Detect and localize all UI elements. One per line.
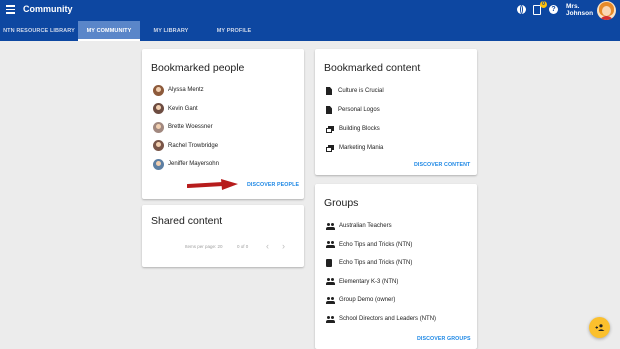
list-item-label: Kevin Gant — [168, 105, 198, 112]
list-item-label: Australian Teachers — [339, 223, 392, 229]
list-item-label: Elementary K-3 (NTN) — [339, 278, 399, 285]
hamburger-menu-icon[interactable] — [6, 5, 15, 15]
bookmarked-person-item[interactable]: Jeniffer Mayersohn — [153, 157, 219, 171]
person-avatar-icon — [153, 84, 164, 96]
list-item-label: Echo Tips and Tricks (NTN) — [339, 260, 413, 267]
tab-my-community[interactable]: MY COMMUNITY — [78, 21, 140, 41]
app-bar: Community — [0, 0, 620, 21]
user-avatar[interactable] — [597, 1, 616, 20]
discover-groups-link[interactable]: DISCOVER GROUPS — [417, 336, 471, 342]
list-item-label: Personal Logos — [338, 107, 380, 113]
card-title: Bookmarked people — [151, 62, 245, 74]
list-item-label: Jeniffer Mayersohn — [168, 161, 219, 168]
tab-my-library[interactable]: MY LIBRARY — [140, 21, 202, 41]
list-item-label: Alyssa Mentz — [168, 87, 204, 93]
person-avatar-icon — [153, 121, 164, 133]
group-icon — [326, 222, 335, 230]
list-item-label: School Directors and Leaders (NTN) — [339, 316, 437, 322]
card-title: Bookmarked content — [324, 62, 421, 74]
user-name-line2: Johnson — [566, 10, 594, 17]
bookmarked-person-item[interactable]: Kevin Gant — [153, 102, 198, 116]
discover-content-link[interactable]: DISCOVER CONTENT — [414, 162, 470, 168]
notification-badge: 0 — [540, 1, 547, 8]
person-avatar-icon — [153, 140, 164, 152]
items-per-page-label[interactable]: Items per page: 20 — [185, 244, 223, 249]
list-item-label: Building Blocks — [339, 126, 380, 132]
list-item-label: Brette Woessner — [168, 124, 213, 131]
tab-my-profile[interactable]: MY PROFILE — [202, 21, 266, 41]
bookmarked-content-item[interactable]: Building Blocks — [326, 122, 380, 136]
document-icon — [326, 106, 332, 114]
document-icon — [326, 87, 332, 95]
chevron-left-icon[interactable]: ‹ — [266, 241, 269, 251]
add-group-fab[interactable] — [589, 317, 610, 338]
card-title: Shared content — [151, 215, 223, 227]
collection-icon — [326, 144, 334, 152]
group-item[interactable]: Australian Teachers — [326, 219, 392, 233]
bookmarked-person-item[interactable]: Brette Woessner — [153, 120, 213, 134]
red-arrow-annotation — [187, 179, 238, 190]
group-item[interactable]: Group Demo (owner) — [326, 293, 395, 307]
user-name[interactable]: Mrs. Johnson — [566, 3, 593, 17]
tab-bar: NTN RESOURCE LIBRARY MY COMMUNITY MY LIB… — [0, 21, 620, 41]
app-title: Community — [23, 4, 73, 14]
group-icon — [326, 278, 335, 286]
bookmarked-person-item[interactable]: Alyssa Mentz — [153, 83, 204, 97]
pagination-range: 0 of 0 — [237, 244, 249, 249]
card-title: Groups — [324, 197, 359, 209]
group-item[interactable]: School Directors and Leaders (NTN) — [326, 312, 436, 326]
group-item[interactable]: Echo Tips and Tricks (NTN) — [326, 256, 412, 270]
book-icon — [326, 259, 332, 268]
globe-icon[interactable] — [517, 5, 526, 14]
user-name-line1: Mrs. — [566, 3, 580, 10]
help-icon[interactable]: ? — [549, 5, 558, 14]
bookmarked-content-item[interactable]: Culture is Crucial — [326, 84, 384, 98]
bookmarked-content-card: Bookmarked content Culture is Crucial Per… — [315, 49, 477, 175]
group-add-icon — [595, 324, 605, 331]
group-icon — [326, 241, 335, 249]
group-item[interactable]: Elementary K-3 (NTN) — [326, 275, 398, 289]
person-avatar-icon — [153, 103, 164, 115]
list-item-label: Rachel Trowbridge — [168, 142, 219, 149]
bookmarked-people-card: Bookmarked people Alyssa Mentz Kevin Gant… — [142, 49, 304, 199]
tab-ntn-resource-library[interactable]: NTN RESOURCE LIBRARY — [0, 21, 78, 41]
bookmarked-content-item[interactable]: Personal Logos — [326, 103, 380, 117]
list-item-label: Group Demo (owner) — [339, 297, 396, 304]
group-icon — [326, 296, 335, 304]
discover-people-link[interactable]: DISCOVER PEOPLE — [247, 182, 299, 188]
list-item-label: Echo Tips and Tricks (NTN) — [339, 241, 413, 248]
groups-card: Groups Australian Teachers Echo Tips and … — [315, 184, 477, 349]
collection-icon — [326, 125, 334, 133]
list-item-label: Marketing Mania — [339, 145, 384, 151]
bookmarked-content-item[interactable]: Marketing Mania — [326, 141, 383, 155]
person-avatar-icon — [153, 158, 164, 170]
shared-content-card: Shared content — [142, 205, 304, 267]
group-item[interactable]: Echo Tips and Tricks (NTN) — [326, 238, 412, 252]
list-item-label: Culture is Crucial — [338, 88, 384, 94]
group-icon — [326, 315, 335, 323]
chevron-right-icon[interactable]: › — [282, 241, 285, 251]
bookmarked-person-item[interactable]: Rachel Trowbridge — [153, 139, 218, 153]
